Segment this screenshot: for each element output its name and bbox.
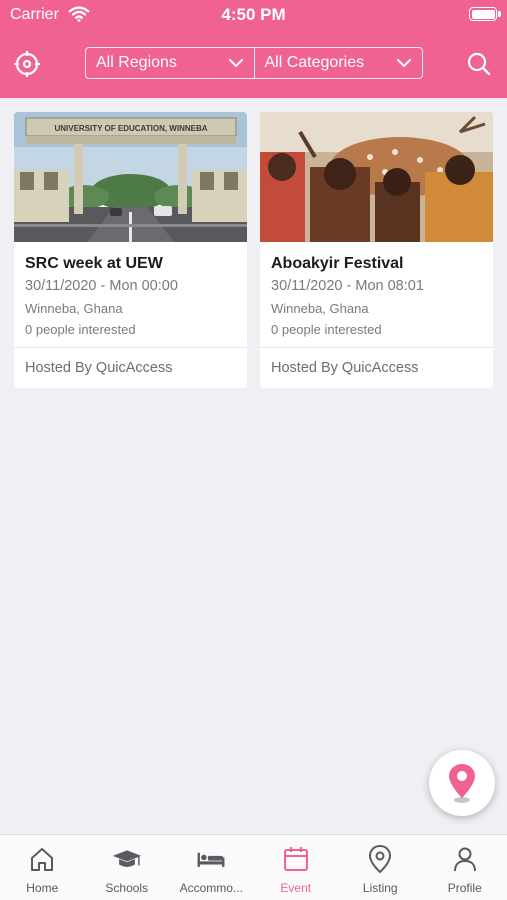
event-host: Hosted By QuicAccess [271, 360, 419, 376]
event-location: Winneba, Ghana [25, 301, 123, 316]
tab-label: Listing [362, 881, 398, 895]
event-card[interactable]: UNIVERSITY OF EDUCATION, WINNEBA SRC wee… [14, 112, 247, 388]
tab-label: Home [26, 881, 59, 895]
event-photo-festival [260, 112, 493, 242]
tab-home[interactable]: Home [0, 835, 85, 900]
crosshair-icon [14, 51, 40, 77]
user-icon [453, 847, 476, 872]
card-divider [260, 347, 493, 348]
tab-profile[interactable]: Profile [423, 835, 507, 900]
tab-label: Schools [105, 881, 149, 895]
event-title: Aboakyir Festival [271, 255, 404, 272]
home-icon [31, 848, 54, 871]
event-photo-campus-gate: UNIVERSITY OF EDUCATION, WINNEBA [14, 112, 247, 242]
locate-button[interactable] [12, 49, 42, 79]
tab-label: Profile [447, 881, 482, 895]
status-time: 4:50 PM [221, 5, 286, 24]
event-interest-count: 0 people interested [25, 322, 136, 337]
tab-listing[interactable]: Listing [338, 835, 423, 900]
event-location: Winneba, Ghana [271, 301, 369, 316]
chevron-down-icon [228, 59, 243, 67]
map-view-button[interactable] [429, 750, 495, 816]
graduation-cap-icon [112, 850, 141, 867]
filter-group: All Regions All Categories [85, 47, 423, 79]
tab-schools[interactable]: Schools [85, 835, 170, 900]
event-host: Hosted By QuicAccess [25, 360, 173, 376]
event-datetime: 30/11/2020 - Mon 08:01 [271, 278, 424, 294]
category-dropdown-label: All Categories [264, 54, 365, 71]
bed-icon [197, 852, 225, 867]
tab-accommodation[interactable]: Accommo... [169, 835, 254, 900]
status-bar: Carrier 4:50 PM [0, 0, 507, 30]
tab-label: Event [280, 881, 312, 895]
event-title: SRC week at UEW [25, 255, 163, 272]
header-bar: All Regions All Categories [0, 30, 507, 98]
tab-bar: Home Schools Accommo... Event Listing Pr… [0, 834, 507, 900]
map-pin-icon [449, 764, 475, 803]
region-dropdown[interactable]: All Regions [86, 48, 254, 78]
search-button[interactable] [464, 49, 494, 79]
chevron-down-icon [397, 59, 411, 67]
tab-label: Accommo... [179, 881, 243, 895]
calendar-icon [283, 847, 308, 871]
region-dropdown-label: All Regions [96, 54, 177, 71]
event-datetime: 30/11/2020 - Mon 00:00 [25, 278, 178, 294]
gate-sign-text: UNIVERSITY OF EDUCATION, WINNEBA [54, 124, 207, 133]
search-icon [467, 52, 491, 76]
category-dropdown[interactable]: All Categories [253, 48, 423, 78]
card-divider [14, 347, 247, 348]
event-interest-count: 0 people interested [271, 322, 382, 337]
tab-event[interactable]: Event [254, 835, 339, 900]
event-card[interactable]: Aboakyir Festival 30/11/2020 - Mon 08:01… [260, 112, 493, 388]
battery-icon [469, 7, 501, 21]
map-pin-icon [369, 844, 392, 874]
